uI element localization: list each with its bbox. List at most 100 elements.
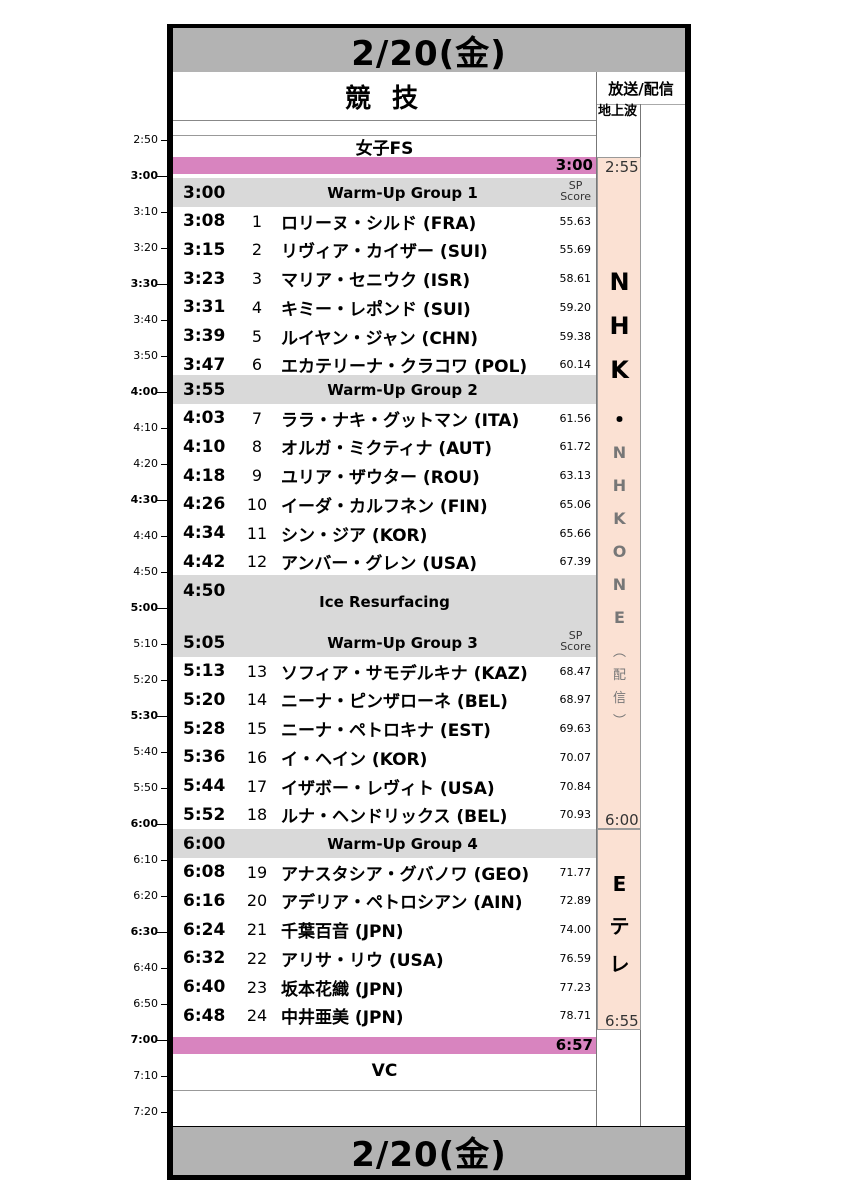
broadcast-char: K [613,509,626,528]
timeline-tick [161,1076,167,1077]
timeline-label: 5:30 [130,709,158,722]
broadcast-header: 放送/配信 [597,72,685,105]
timeline-label: 5:20 [133,673,158,686]
skater-sp-score: 55.63 [559,214,592,228]
broadcast-char: E [614,608,625,627]
skater-time: 6:32 [183,948,226,969]
broadcast-char: N [609,268,630,296]
skater-number: 6 [251,355,263,375]
skater-number: 11 [246,523,268,543]
skater-name: イザボー・レヴィト (USA) [281,778,495,799]
broadcast-char: E [612,872,627,896]
skater-number: 18 [246,805,268,825]
group-label: Warm-Up Group 1 [327,183,478,202]
skater-time: 5:28 [183,718,226,739]
skater-sp-score: 58.61 [559,272,592,286]
skater-row: 5:52 18 ルナ・ヘンドリックス (BEL) 70.93 [173,800,596,829]
skater-sp-score: 55.69 [559,243,592,257]
timeline-tick [156,608,168,609]
skater-number: 2 [251,240,263,260]
skater-time: 4:34 [183,523,226,543]
broadcast-char: H [612,476,627,495]
skater-time: 3:08 [183,211,226,232]
end-marker-bar: 6:57 [173,1037,596,1054]
timeline-tick [161,572,167,573]
skater-row: 3:23 3 マリア・セニウク (ISR) 58.61 [173,264,596,293]
skater-sp-score: 68.47 [559,664,592,678]
skater-row: 4:18 9 ユリア・ザウター (ROU) 63.13 [173,461,596,490]
broadcast-nhk-end: 6:00 [605,811,639,829]
skater-number: 15 [246,719,268,739]
skater-row: 4:34 11 シン・ジア (KOR) 65.66 [173,519,596,548]
timeline-tick [161,752,167,753]
timeline-tick [161,140,167,141]
warmup-group-row: 3:00 Warm-Up Group 1 SP Score [173,178,596,207]
timeline-label: 4:40 [133,529,158,542]
skater-time: 4:18 [183,465,226,486]
skater-name: ユリア・ザウター (ROU) [281,468,480,489]
broadcast-char: N [612,443,627,462]
timeline-label: 6:10 [133,853,158,866]
timeline-label: 7:00 [130,1033,158,1046]
skater-time: 6:16 [183,890,226,911]
timeline-tick [161,680,167,681]
timeline-label: 5:50 [133,781,158,794]
timeline-label: 6:30 [130,925,158,938]
skater-name: ソフィア・サモデルキナ (KAZ) [281,663,528,684]
skater-name: アリサ・リウ (USA) [281,950,444,971]
skater-row: 4:03 7 ララ・ナキ・グットマン (ITA) 61.56 [173,404,596,433]
skater-sp-score: 65.06 [559,497,592,511]
group-time: 6:00 [183,833,226,854]
skater-row: 4:42 12 アンバー・グレン (USA) 67.39 [173,547,596,576]
skater-number: 23 [246,977,268,997]
timeline-tick [161,1112,167,1113]
skater-name: シン・ジア (KOR) [281,525,428,546]
broadcast-char: ︵ [612,645,626,660]
timeline-label: 4:50 [133,565,158,578]
skater-sp-score: 72.89 [559,894,592,908]
skater-sp-score: 77.23 [559,980,592,994]
broadcast-char: テ [609,914,630,938]
group-time: 3:55 [183,379,226,400]
skater-name: ニーナ・ピンザローネ (BEL) [281,692,508,713]
skater-time: 6:08 [183,862,226,883]
timeline-tick [161,356,167,357]
skater-number: 4 [251,297,263,317]
skater-time: 5:36 [183,747,226,768]
timeline-tick [156,176,168,177]
skater-sp-score: 68.97 [559,693,592,707]
skater-row: 6:48 24 中井亜美 (JPN) 78.71 [173,1001,596,1030]
skater-name: イ・ヘイン (KOR) [281,749,428,770]
skater-time: 6:24 [183,919,226,940]
skater-name: オルガ・ミクティナ (AUT) [281,439,492,460]
timeline-label: 6:50 [133,997,158,1010]
skater-sp-score: 61.56 [559,411,592,425]
skater-name: 坂本花織 (JPN) [281,979,404,1000]
skater-number: 8 [251,437,263,457]
skater-time: 4:42 [183,551,226,572]
skater-number: 24 [246,1006,268,1026]
start-marker: 3:00 [555,156,593,174]
timeline-label: 6:20 [133,889,158,902]
date-header: 2/20(金) [173,28,685,74]
timeline-tick [156,716,168,717]
broadcast-nhk-start: 2:55 [605,158,639,176]
skater-time: 5:44 [183,776,226,796]
timeline-tick [161,860,167,861]
skater-time: 3:23 [183,268,226,289]
broadcast-char: レ [609,952,630,976]
skater-row: 5:28 15 ニーナ・ペトロキナ (EST) 69.63 [173,714,596,743]
broadcast-nhk: 2:55 N H K ・ N H K O N E ︵ 配信 ︶ 6:00 [597,157,641,829]
skater-name: 千葉百音 (JPN) [281,922,404,943]
timeline-tick [161,644,167,645]
skater-row: 5:44 17 イザボー・レヴィト (USA) 70.84 [173,772,596,801]
timeline-tick [161,212,167,213]
skater-name: マリア・セニウク (ISR) [281,271,471,292]
skater-number: 17 [246,776,268,796]
skater-name: ニーナ・ペトロキナ (EST) [281,721,491,742]
skater-number: 19 [246,862,268,882]
group-time: 5:05 [183,632,226,653]
skater-number: 3 [251,269,263,289]
sp-score-label: SP Score [560,179,591,203]
broadcast-char: H [609,312,630,340]
